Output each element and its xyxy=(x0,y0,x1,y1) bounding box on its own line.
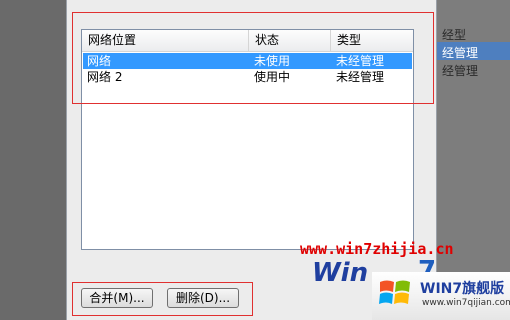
highlight-box-buttons xyxy=(72,282,253,316)
watermark-badge-title: WIN7旗舰版 xyxy=(420,281,505,297)
highlight-box-list xyxy=(72,12,434,104)
watermark-badge-site: www.win7qijian.com xyxy=(422,298,510,308)
backdrop xyxy=(0,0,66,320)
windows-flag-icon xyxy=(379,280,410,304)
background-text-1: 经型 xyxy=(442,28,467,42)
background-text-3: 经管理 xyxy=(442,64,479,78)
watermark-url: www.win7zhijia.cn xyxy=(300,240,454,258)
background-text-2: 经管理 xyxy=(442,46,479,60)
watermark-logo-text: Win xyxy=(312,258,369,288)
